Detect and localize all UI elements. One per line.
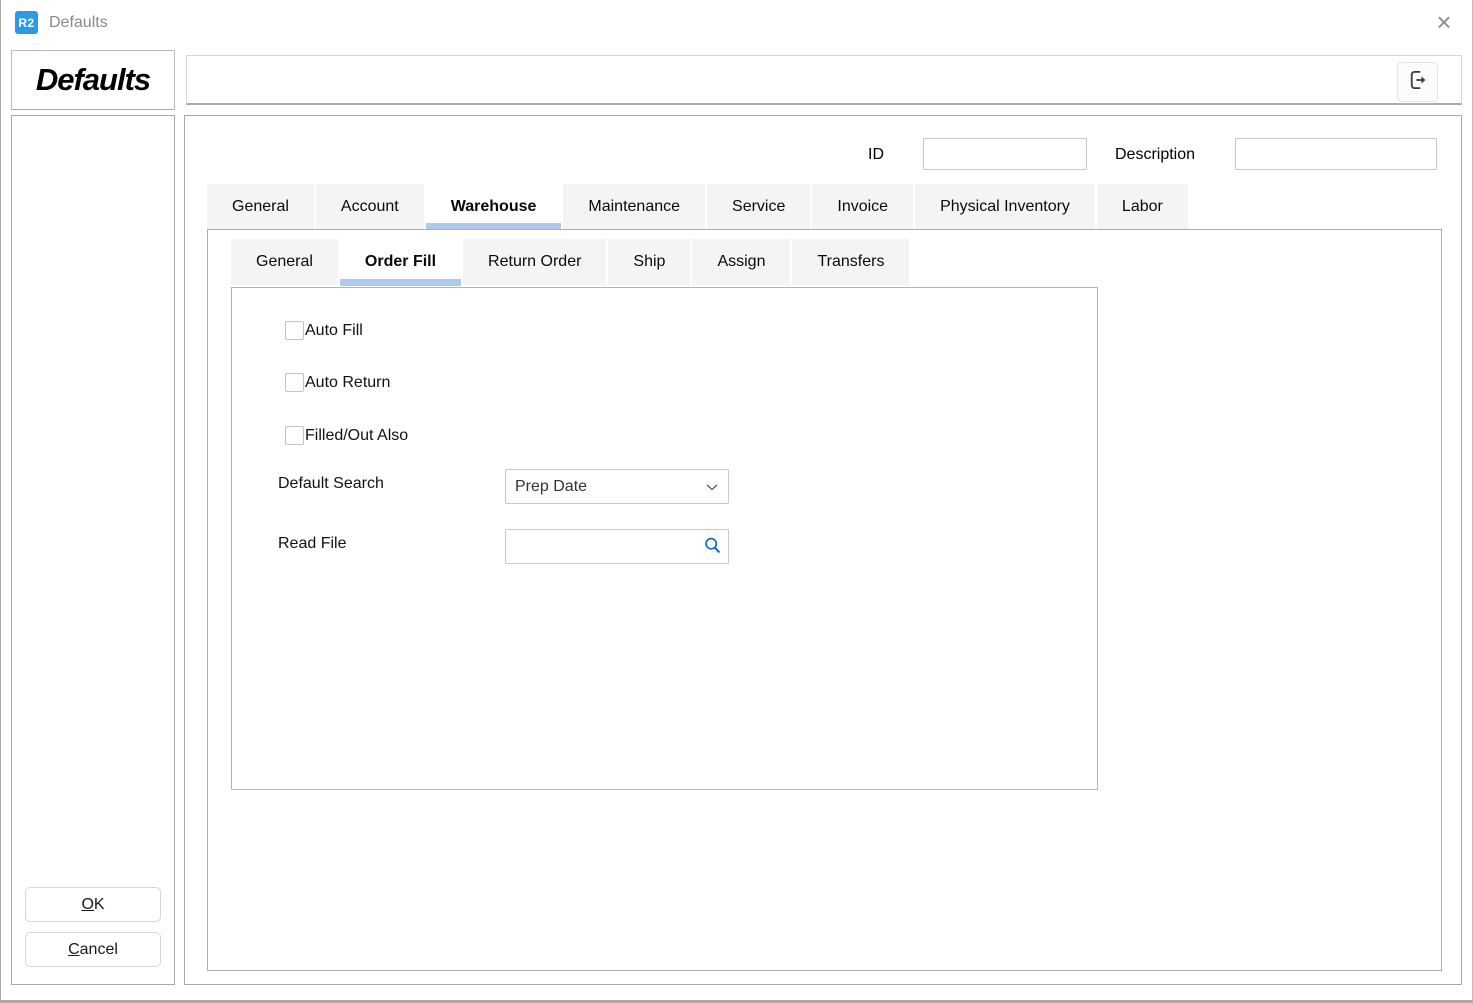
subtab-ship[interactable]: Ship <box>608 239 690 285</box>
auto-return-checkbox[interactable] <box>285 373 304 392</box>
warehouse-tab-panel: General Order Fill Return Order Ship Ass… <box>207 229 1442 971</box>
tab-service[interactable]: Service <box>707 184 810 229</box>
tab-label: Ship <box>633 253 665 271</box>
auto-return-label: Auto Return <box>305 374 390 392</box>
description-label: Description <box>1115 146 1195 164</box>
tab-labor[interactable]: Labor <box>1097 184 1188 229</box>
tab-label: Assign <box>717 253 765 271</box>
exit-icon <box>1405 67 1431 98</box>
filled-out-also-checkbox-row[interactable]: Filled/Out Also <box>285 426 408 445</box>
default-search-label: Default Search <box>278 475 384 493</box>
cancel-button-label: Cancel <box>26 933 160 966</box>
filled-out-also-checkbox[interactable] <box>285 426 304 445</box>
default-search-select[interactable]: Prep Date <box>505 469 729 504</box>
tab-label: Account <box>341 198 399 216</box>
cancel-button[interactable]: Cancel <box>25 932 161 967</box>
tab-label: Service <box>732 198 785 216</box>
subtab-general[interactable]: General <box>231 239 338 285</box>
auto-return-checkbox-row[interactable]: Auto Return <box>285 373 390 392</box>
sub-tab-bar: General Order Fill Return Order Ship Ass… <box>231 239 911 285</box>
title-bar: R2 Defaults × <box>1 0 1472 45</box>
read-file-label: Read File <box>278 535 346 553</box>
exit-button[interactable] <box>1397 62 1438 102</box>
auto-fill-label: Auto Fill <box>305 322 363 340</box>
filled-out-also-label: Filled/Out Also <box>305 427 408 445</box>
tab-maintenance[interactable]: Maintenance <box>563 184 705 229</box>
ok-button[interactable]: OK <box>25 887 161 922</box>
id-label: ID <box>868 146 884 164</box>
window-title: Defaults <box>49 14 108 32</box>
auto-fill-checkbox[interactable] <box>285 321 304 340</box>
tab-warehouse[interactable]: Warehouse <box>426 184 562 229</box>
tab-label: General <box>256 253 313 271</box>
auto-fill-checkbox-row[interactable]: Auto Fill <box>285 321 363 340</box>
search-icon[interactable] <box>702 535 724 557</box>
app-logo-icon: R2 <box>15 11 38 34</box>
tab-label: Maintenance <box>588 198 680 216</box>
tab-label: Physical Inventory <box>940 198 1070 216</box>
order-fill-group: Auto Fill Auto Return Filled/Out Also De… <box>231 287 1098 790</box>
close-icon[interactable]: × <box>1426 4 1462 40</box>
tab-physical-inventory[interactable]: Physical Inventory <box>915 184 1095 229</box>
ok-button-label: OK <box>26 888 160 921</box>
subtab-assign[interactable]: Assign <box>692 239 790 285</box>
main-panel: ID Description General Account Warehouse… <box>184 115 1462 985</box>
chevron-down-icon <box>700 475 724 499</box>
tab-label: General <box>232 198 289 216</box>
read-file-field <box>505 529 729 564</box>
page-header: Defaults <box>11 50 175 110</box>
subtab-transfers[interactable]: Transfers <box>792 239 909 285</box>
toolbar <box>186 55 1462 105</box>
tab-general[interactable]: General <box>207 184 314 229</box>
tab-label: Invoice <box>837 198 888 216</box>
read-file-input[interactable] <box>505 529 729 564</box>
tab-label: Transfers <box>817 253 884 271</box>
id-input[interactable] <box>923 138 1087 170</box>
page-title: Defaults <box>36 62 150 98</box>
main-tab-bar: General Account Warehouse Maintenance Se… <box>207 184 1190 229</box>
sidebar: OK Cancel <box>11 115 175 985</box>
tab-account[interactable]: Account <box>316 184 424 229</box>
tab-label: Warehouse <box>451 198 537 216</box>
subtab-order-fill[interactable]: Order Fill <box>340 239 461 285</box>
tab-underline <box>340 279 461 286</box>
tab-invoice[interactable]: Invoice <box>812 184 913 229</box>
defaults-dialog: R2 Defaults × Defaults OK Cancel ID <box>0 0 1473 1003</box>
description-input[interactable] <box>1235 138 1437 170</box>
subtab-return-order[interactable]: Return Order <box>463 239 606 285</box>
tab-label: Return Order <box>488 253 581 271</box>
tab-label: Labor <box>1122 198 1163 216</box>
tab-label: Order Fill <box>365 253 436 271</box>
default-search-value: Prep Date <box>515 478 587 496</box>
